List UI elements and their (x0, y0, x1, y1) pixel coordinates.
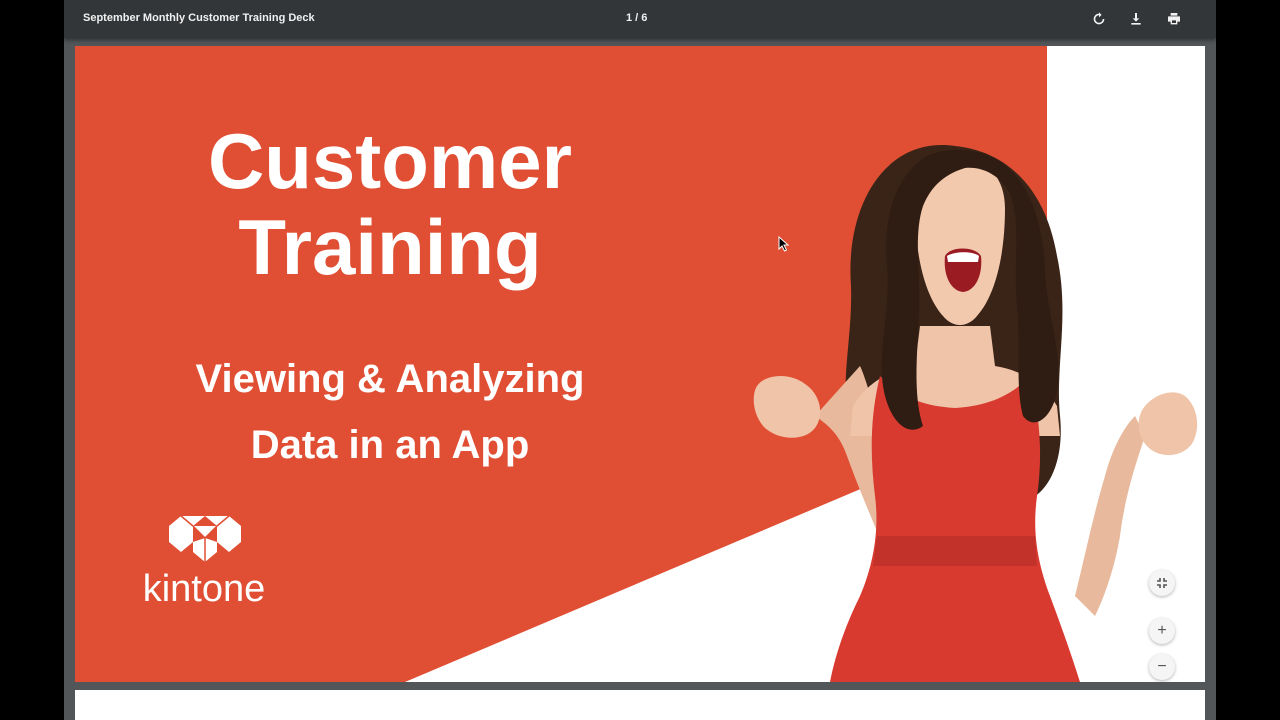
title-line-1: Customer (207, 117, 573, 205)
pdf-page-1: Customer Training Viewing & Analyzing Da… (75, 46, 1205, 682)
right-fist (1138, 392, 1198, 456)
kintone-logo-icon (169, 515, 241, 562)
mouse-cursor-icon (778, 236, 790, 252)
viewer-toolbar: September Monthly Customer Training Deck… (64, 0, 1216, 38)
slide-title: Customer Training (135, 118, 645, 290)
left-fist (753, 375, 821, 438)
rotate-button[interactable] (1089, 9, 1109, 29)
kintone-logo-text: kintone (142, 568, 266, 610)
print-icon (1168, 13, 1180, 25)
download-icon (1131, 13, 1141, 25)
subtitle-line-2: Data in an App (250, 423, 530, 467)
pdf-viewer: September Monthly Customer Training Deck… (64, 0, 1216, 720)
page-counter[interactable]: 1 / 6 (626, 12, 647, 24)
rotate-icon (1093, 12, 1105, 25)
celebrating-woman-photo (753, 145, 1198, 682)
subtitle-line-1: Viewing & Analyzing (195, 357, 585, 401)
dress-waist (873, 536, 1037, 566)
slide-subtitle: Viewing & Analyzing Data in an App (135, 346, 645, 478)
zoom-in-button[interactable]: + (1149, 618, 1175, 644)
right-arm (1075, 416, 1145, 616)
zoom-in-label: + (1157, 622, 1167, 639)
print-button[interactable] (1164, 9, 1184, 29)
zoom-out-label: − (1157, 658, 1167, 675)
document-title: September Monthly Customer Training Deck (83, 12, 315, 24)
pdf-page-2 (75, 690, 1205, 720)
fit-to-page-button[interactable] (1149, 570, 1175, 596)
download-button[interactable] (1126, 9, 1146, 29)
title-line-2: Training (238, 203, 542, 291)
fit-to-page-icon (1157, 578, 1167, 588)
zoom-out-button[interactable]: − (1149, 654, 1175, 680)
